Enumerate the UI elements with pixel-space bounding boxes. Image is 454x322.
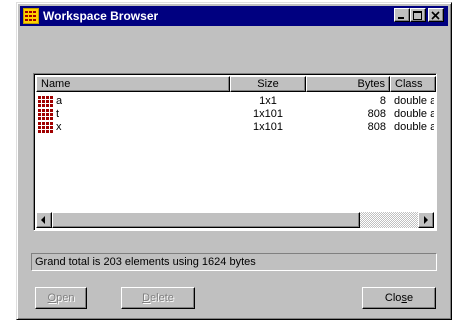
open-button[interactable]: Open	[35, 287, 87, 309]
arrow-left-icon	[41, 216, 45, 224]
minimize-button[interactable]	[394, 8, 410, 22]
delete-mnemonic: D	[142, 292, 151, 304]
cell-bytes: 8	[379, 95, 386, 107]
matrix-variable-icon	[38, 122, 53, 133]
matrix-variable-icon	[38, 109, 53, 120]
column-header-bytes-label: Bytes	[357, 78, 385, 90]
close-label-suffix: e	[406, 292, 414, 304]
title-bar[interactable]: Workspace Browser	[20, 6, 448, 26]
column-header-size[interactable]: Size	[230, 76, 306, 92]
column-header-name[interactable]: Name	[36, 76, 230, 92]
close-icon	[431, 11, 440, 20]
horizontal-scrollbar[interactable]	[36, 212, 434, 228]
column-header-bytes[interactable]: Bytes	[306, 76, 390, 92]
column-header-size-label: Size	[257, 78, 279, 90]
minimize-icon	[398, 17, 404, 19]
cell-size: 1x1	[259, 95, 277, 107]
scroll-left-button[interactable]	[36, 212, 52, 228]
close-label-prefix: Clo	[384, 292, 402, 304]
open-mnemonic: O	[47, 292, 57, 304]
column-header-class-label: Class	[395, 78, 423, 90]
cell-name: a	[56, 95, 63, 107]
variable-list[interactable]: Name Size Bytes Class a 1x1 8 double arr…	[33, 73, 437, 231]
cell-class: double arr	[394, 121, 434, 133]
matrix-variable-icon	[38, 96, 53, 107]
scroll-right-button[interactable]	[418, 212, 434, 228]
cell-class: double arr	[394, 95, 434, 107]
close-button[interactable]: Close	[362, 287, 436, 309]
delete-label-suffix: elete	[150, 292, 174, 304]
column-header-class[interactable]: Class	[390, 76, 436, 92]
column-header-name-label: Name	[41, 78, 71, 90]
scroll-thumb[interactable]	[52, 212, 360, 228]
arrow-right-icon	[424, 216, 428, 224]
workspace-browser-window: Workspace Browser Name Size Bytes Class	[16, 2, 452, 320]
cell-class: double arr	[394, 108, 434, 120]
open-label-suffix: pen	[56, 292, 75, 304]
delete-button[interactable]: Delete	[121, 287, 195, 309]
cell-name: t	[56, 108, 60, 120]
app-icon	[23, 8, 39, 24]
cell-size: 1x101	[253, 108, 283, 120]
cell-name: x	[56, 121, 62, 133]
table-row[interactable]: x 1x101 808 double arr	[36, 121, 434, 134]
cell-bytes: 808	[367, 121, 386, 133]
maximize-icon	[413, 11, 422, 20]
cell-bytes: 808	[367, 108, 386, 120]
table-row[interactable]: a 1x1 8 double arr	[36, 95, 434, 108]
cell-size: 1x101	[253, 121, 283, 133]
close-window-button[interactable]	[428, 8, 444, 22]
status-bar: Grand total is 203 elements using 1624 b…	[31, 253, 437, 271]
maximize-button[interactable]	[410, 8, 426, 22]
table-row[interactable]: t 1x101 808 double arr	[36, 108, 434, 121]
window-title: Workspace Browser	[43, 9, 159, 23]
